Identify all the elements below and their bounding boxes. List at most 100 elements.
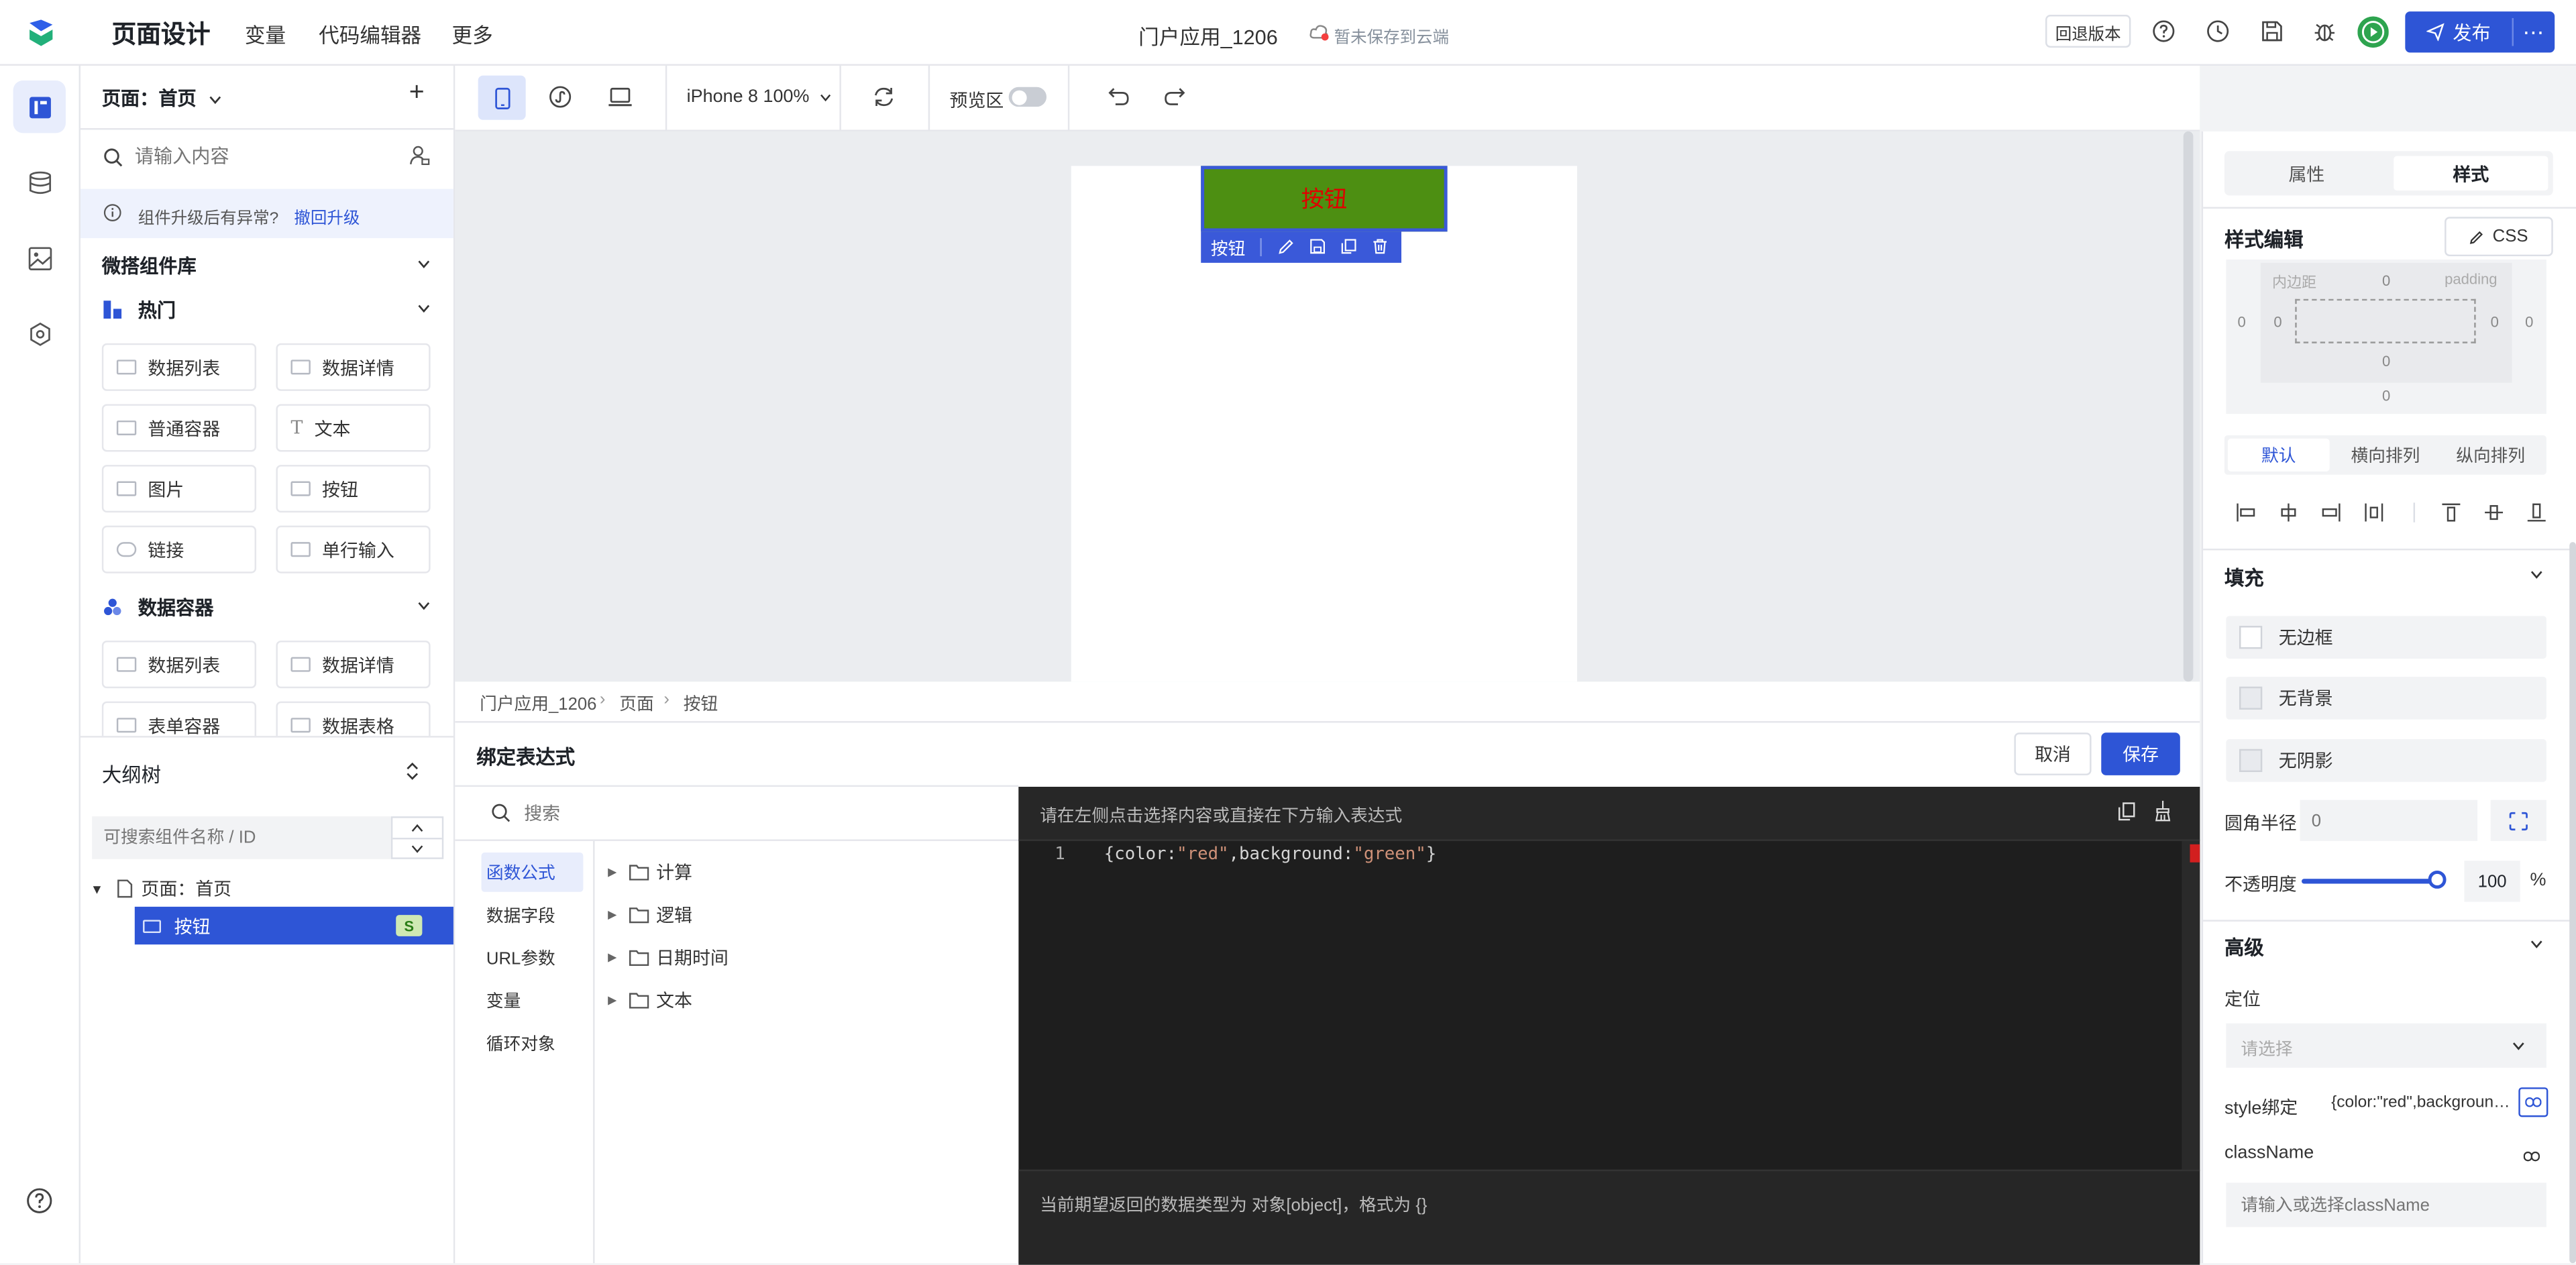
tree-node-page[interactable]: ▼ 页面：首页 [80, 867, 453, 910]
layout-horizontal[interactable]: 横向排列 [2333, 439, 2438, 472]
save-icon[interactable] [2261, 19, 2284, 42]
component-link[interactable]: 链接 [101, 525, 257, 573]
component-button[interactable]: 按钮 [276, 465, 431, 513]
copy-icon[interactable] [1340, 238, 1356, 254]
margin-bottom-value[interactable]: 0 [2382, 388, 2390, 404]
chevron-down-icon[interactable] [417, 601, 431, 611]
component-data-list-2[interactable]: 数据列表 [101, 641, 257, 689]
folder-datetime[interactable]: ▶ 日期时间 [608, 936, 729, 979]
component-text-input[interactable]: 单行输入 [276, 525, 431, 573]
mobile-view-icon[interactable] [478, 75, 526, 120]
database-icon[interactable] [13, 156, 66, 209]
arrow-up-icon[interactable] [411, 823, 424, 833]
component-data-table[interactable]: 数据表格 [276, 701, 431, 736]
margin-right-value[interactable]: 0 [2525, 314, 2533, 330]
selected-button-component[interactable]: 按钮 [1201, 166, 1448, 232]
clear-broom-icon[interactable] [2154, 800, 2172, 822]
padding-left-value[interactable]: 0 [2273, 314, 2282, 330]
help-icon[interactable] [2152, 19, 2175, 42]
rollback-version-button[interactable]: 回退版本 [2045, 15, 2131, 48]
component-data-detail-2[interactable]: 数据详情 [276, 641, 431, 689]
outline-search-input[interactable] [92, 816, 391, 859]
radius-input[interactable] [2300, 800, 2478, 841]
category-loop-object[interactable]: 循环对象 [486, 1032, 555, 1056]
undo-icon[interactable] [1108, 85, 1130, 107]
debug-icon[interactable] [2313, 19, 2336, 42]
align-center-vertical-icon[interactable] [2484, 502, 2504, 522]
refresh-icon[interactable] [872, 85, 895, 108]
add-page-icon[interactable]: + [409, 79, 425, 109]
history-icon[interactable] [2206, 19, 2229, 42]
classname-link-icon[interactable] [2523, 1151, 2540, 1162]
menu-variables[interactable]: 变量 [245, 18, 286, 50]
component-data-list[interactable]: 数据列表 [101, 343, 257, 391]
breadcrumb-item[interactable]: 页面 [619, 692, 653, 716]
tab-style[interactable]: 样式 [2394, 156, 2548, 191]
distribute-horizontal-icon[interactable] [2364, 502, 2383, 522]
component-text[interactable]: T 文本 [276, 404, 431, 452]
run-icon[interactable] [2357, 16, 2389, 48]
radius-per-corner-icon[interactable] [2490, 800, 2546, 841]
panel-scrollbar[interactable] [2569, 542, 2576, 1264]
classname-input[interactable] [2226, 1182, 2546, 1227]
align-right-icon[interactable] [2321, 502, 2341, 522]
edit-icon[interactable] [1278, 238, 1294, 254]
chevron-down-icon[interactable] [2530, 570, 2543, 580]
save-button[interactable]: 保存 [2101, 732, 2180, 775]
desktop-view-icon[interactable] [608, 87, 633, 107]
chevron-down-icon[interactable] [2530, 940, 2543, 950]
breadcrumb-item[interactable]: 按钮 [684, 692, 718, 716]
padding-top-value[interactable]: 0 [2382, 273, 2390, 289]
category-function[interactable]: 函数公式 [486, 861, 555, 885]
style-bind-value[interactable]: {color:"red",background:"green"} [2331, 1094, 2517, 1112]
page-selector[interactable]: 页面：首页 [102, 85, 221, 111]
component-image[interactable]: 图片 [101, 465, 257, 513]
copy-icon[interactable] [2118, 802, 2136, 821]
chevron-down-icon[interactable] [417, 304, 431, 314]
mini-program-icon[interactable] [549, 85, 572, 108]
expand-collapse-icon[interactable] [406, 762, 419, 780]
component-data-detail[interactable]: 数据详情 [276, 343, 431, 391]
tree-node-button[interactable]: 按钮 S [134, 906, 453, 945]
code-editor[interactable]: 请在左侧点击选择内容或直接在下方输入表达式 1 {color:"red",bac… [1018, 787, 2200, 1265]
component-search-input[interactable] [131, 141, 385, 174]
padding-right-value[interactable]: 0 [2491, 314, 2499, 330]
opacity-slider-handle[interactable] [2428, 870, 2447, 889]
settings-hexagon-icon[interactable] [13, 307, 66, 360]
user-filter-icon[interactable] [409, 145, 431, 166]
editor-scrollbar[interactable] [2182, 840, 2200, 1170]
folder-logic[interactable]: ▶ 逻辑 [608, 893, 692, 936]
help-circle-icon[interactable] [13, 1174, 66, 1227]
more-options-icon[interactable]: ⋯ [2514, 11, 2555, 52]
css-button[interactable]: CSS [2445, 217, 2553, 257]
breadcrumb-item[interactable]: 门户应用_1206 [480, 692, 596, 716]
chevron-down-icon[interactable] [417, 260, 431, 270]
align-left-icon[interactable] [2236, 502, 2255, 522]
cancel-button[interactable]: 取消 [2014, 732, 2092, 775]
style-bind-link-icon[interactable] [2518, 1087, 2548, 1117]
revert-upgrade-link[interactable]: 撤回升级 [294, 204, 360, 228]
align-center-horizontal-icon[interactable] [2279, 502, 2298, 522]
align-bottom-icon[interactable] [2527, 502, 2546, 522]
component-container[interactable]: 普通容器 [101, 404, 257, 452]
delete-icon[interactable] [1372, 238, 1388, 254]
border-setting[interactable]: 无边框 [2226, 616, 2546, 659]
shadow-setting[interactable]: 无阴影 [2226, 739, 2546, 782]
canvas-scrollbar[interactable] [2183, 131, 2194, 682]
publish-button[interactable]: 发布 [2405, 11, 2512, 52]
image-assets-icon[interactable] [13, 231, 66, 284]
layout-vertical[interactable]: 纵向排列 [2438, 439, 2543, 472]
background-setting[interactable]: 无背景 [2226, 676, 2546, 720]
tab-properties[interactable]: 属性 [2224, 151, 2389, 195]
page-design-icon[interactable] [13, 80, 66, 133]
category-url-param[interactable]: URL参数 [486, 946, 555, 971]
preview-toggle[interactable] [1008, 87, 1047, 107]
save-template-icon[interactable] [1309, 238, 1326, 254]
device-select[interactable]: iPhone 8 100% [687, 87, 831, 107]
padding-bottom-value[interactable]: 0 [2382, 353, 2390, 370]
margin-left-value[interactable]: 0 [2238, 314, 2246, 330]
opacity-slider-track[interactable] [2302, 870, 2447, 889]
align-top-icon[interactable] [2441, 502, 2461, 522]
outline-stepper[interactable] [390, 816, 444, 859]
redo-icon[interactable] [1163, 85, 1186, 107]
